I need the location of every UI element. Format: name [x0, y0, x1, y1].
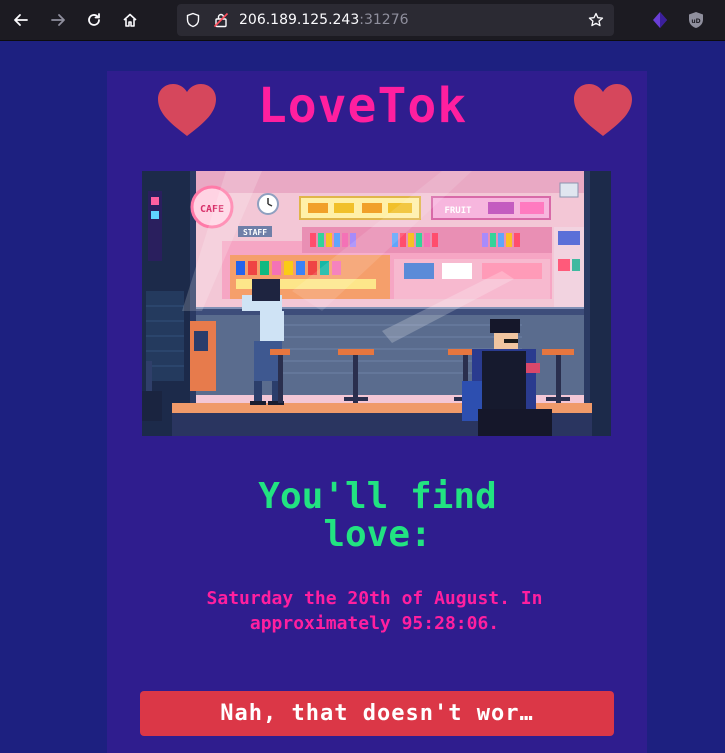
insecure-lock-icon[interactable] — [213, 12, 229, 32]
extension-icon[interactable] — [646, 6, 674, 34]
pixel-art-scene-image: CAFE STAFF FRUIT — [142, 171, 611, 436]
prediction-line-1: Saturday the 20th of August. In — [206, 588, 543, 609]
reload-icon[interactable] — [80, 6, 108, 34]
shield-icon[interactable] — [185, 12, 201, 32]
bookmark-star-icon[interactable] — [588, 12, 604, 32]
fruit-sign-text: FRUIT — [444, 206, 472, 216]
url-port: :31276 — [359, 12, 409, 28]
home-icon[interactable] — [116, 6, 144, 34]
nah-button[interactable]: Nah, that doesn't wor… — [140, 691, 614, 736]
prediction-line-2: approximately 95:28:06. — [249, 613, 500, 634]
heart-right-icon — [572, 82, 634, 142]
prediction-text: Saturday the 20th of August. In approxim… — [122, 586, 627, 636]
url-host: 206.189.125.243 — [239, 12, 360, 28]
headline-line-1: You'll find — [258, 476, 497, 517]
staff-sign-text: STAFF — [243, 228, 267, 237]
forward-arrow-icon[interactable] — [44, 6, 72, 34]
url-text[interactable]: 206.189.125.243:31276 — [239, 4, 409, 36]
ublock-icon[interactable]: uD — [682, 6, 710, 34]
browser-toolbar: 206.189.125.243:31276 uD — [0, 0, 725, 41]
headline: You'll find love: — [0, 478, 725, 554]
url-bar[interactable]: 206.189.125.243:31276 — [177, 4, 614, 36]
back-arrow-icon[interactable] — [7, 6, 35, 34]
headline-line-2: love: — [323, 514, 432, 555]
ublock-badge-text: uD — [691, 18, 700, 25]
